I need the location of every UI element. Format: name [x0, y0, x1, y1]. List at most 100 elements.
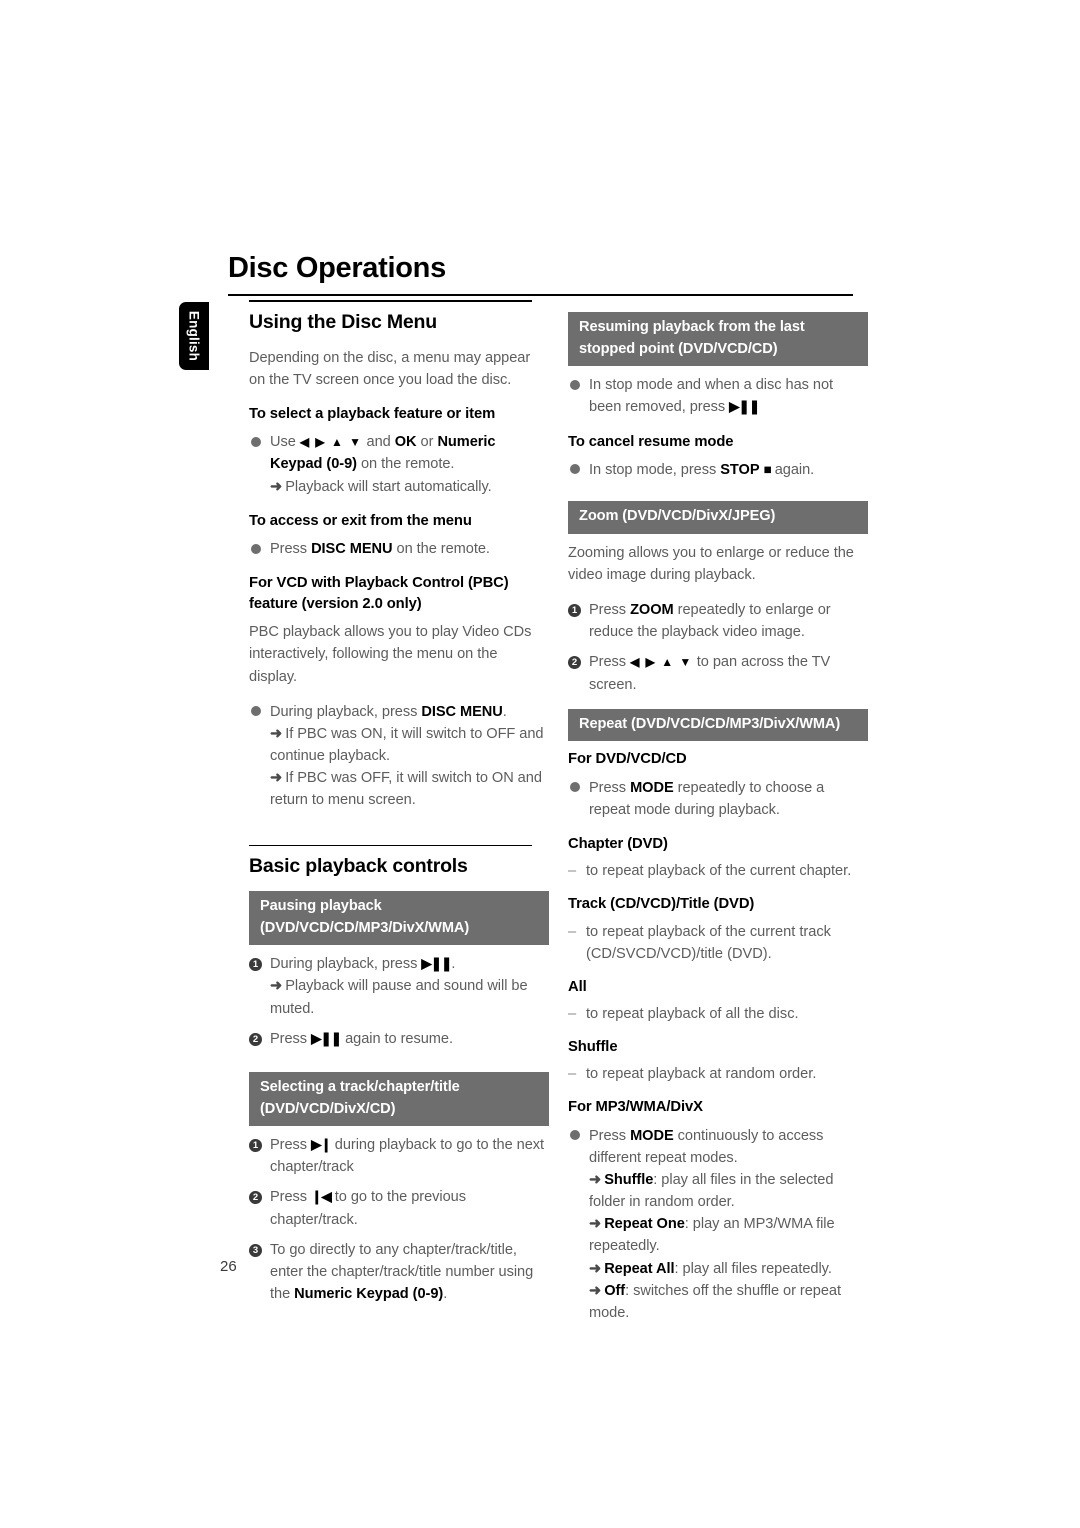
result-text: If PBC was OFF, it will switch to ON and… — [270, 770, 542, 809]
item-text: Press — [270, 541, 312, 558]
subsection-bar-repeat: Repeat (DVD/VCD/CD/MP3/DivX/WMA) — [568, 708, 868, 742]
list-item: 1 Press ZOOM repeatedly to enlarge or re… — [568, 599, 868, 643]
play-pause-icon: ▶❚❚ — [311, 1030, 342, 1046]
item-text: Press — [270, 1030, 312, 1047]
zoom-paragraph: Zooming allows you to enlarge or reduce … — [568, 544, 854, 583]
step-number-1: 1 — [249, 958, 262, 972]
item-text: Press — [589, 654, 631, 671]
step-number-3: 3 — [249, 1243, 262, 1257]
repeat-mode-title-all: All — [568, 978, 587, 995]
title-divider — [228, 294, 853, 296]
language-tab-label: English — [186, 310, 202, 362]
bullet-dot-icon — [568, 378, 581, 391]
bullet-dot-icon — [568, 1129, 581, 1142]
list-item: In stop mode, press STOP ■ again. — [568, 459, 868, 481]
arrow-icon: ➜ — [270, 478, 283, 495]
bullet-dot-icon — [249, 435, 262, 448]
result-text: If PBC was ON, it will switch to OFF and… — [270, 725, 544, 765]
subsection-bar-resuming-playback: Resuming playback from the last stopped … — [568, 312, 868, 367]
pbc-paragraph: PBC playback allows you to play Video CD… — [249, 624, 532, 685]
next-track-icon: ▶❙ — [311, 1137, 332, 1153]
list-item: Use ◀ ▶ ▲ ▼ and OK or Numeric Keypad (0-… — [249, 431, 549, 498]
play-pause-icon: ▶❚❚ — [421, 956, 452, 972]
right-column: Resuming playback from the last stopped … — [568, 312, 868, 1337]
item-text: and — [362, 434, 395, 451]
subsection-bar-selecting-track: Selecting a track/chapter/title (DVD/VCD… — [249, 1071, 549, 1127]
item-text: In stop mode and when a disc has not bee… — [589, 377, 834, 416]
result-text: : switches off the shuffle or repeat mod… — [589, 1282, 841, 1321]
mode-name-off: Off — [604, 1282, 626, 1299]
result-text: Playback will start automatically. — [285, 478, 492, 495]
result-line: ➜ Off: switches off the shuffle or repeat… — [589, 1280, 868, 1324]
repeat-mode-desc-all: to repeat playback of all the disc. — [568, 1004, 868, 1026]
list-item: 3 To go directly to any chapter/track/ti… — [249, 1239, 549, 1306]
repeat-mode-desc-shuffle: to repeat playback at random order. — [568, 1064, 868, 1086]
subheading-select-playback-feature: To select a playback feature or item — [249, 405, 496, 422]
repeat-mode-title-shuffle: Shuffle — [568, 1038, 618, 1055]
item-text: Press — [589, 602, 631, 619]
arrow-icon: ➜ — [270, 725, 283, 742]
item-text: During playback, press — [270, 956, 422, 973]
arrow-icon: ➜ — [270, 770, 283, 787]
result-line: ➜ Repeat One: play an MP3/WMA file repeat… — [589, 1213, 868, 1257]
item-text: Press — [589, 1127, 631, 1144]
page-title: Disc Operations — [228, 252, 446, 284]
item-text: Press — [270, 1137, 312, 1154]
item-text: Press — [270, 1189, 312, 1206]
result-text: Playback will pause and sound will be mu… — [270, 978, 528, 1017]
item-text: again to resume. — [341, 1030, 453, 1047]
arrow-icon: ➜ — [589, 1216, 602, 1233]
page-number: 26 — [220, 1258, 237, 1275]
result-line: ➜ If PBC was OFF, it will switch to ON an… — [270, 767, 549, 811]
section-divider-disc-menu — [249, 300, 532, 302]
step-number-2: 2 — [249, 1191, 262, 1205]
dpad-arrows-icon: ◀ ▶ ▲ ▼ — [299, 435, 363, 450]
previous-track-icon: ❙◀ — [311, 1189, 332, 1205]
repeat-mode-title-track: Track (CD/VCD)/Title (DVD) — [568, 896, 755, 913]
subheading-vcd-pbc: For VCD with Playback Control (PBC) feat… — [249, 575, 509, 612]
step-number-1: 1 — [249, 1139, 262, 1153]
mode-name-shuffle: Shuffle — [604, 1171, 654, 1188]
list-item: Press MODE repeatedly to choose a repeat… — [568, 777, 868, 821]
list-item: 1 During playback, press ▶❚❚. ➜ Playback … — [249, 953, 549, 1020]
left-column: Using the Disc Menu Depending on the dis… — [249, 300, 549, 1318]
language-tab: English — [179, 302, 209, 370]
subheading-access-exit-menu: To access or exit from the menu — [249, 512, 472, 529]
arrow-icon: ➜ — [589, 1260, 602, 1277]
item-text: In stop mode, press — [589, 461, 721, 478]
list-item: 1 Press ▶❙ during playback to go to the … — [249, 1134, 549, 1178]
list-item: In stop mode and when a disc has not bee… — [568, 374, 868, 418]
subsection-bar-pausing-playback: Pausing playback (DVD/VCD/CD/MP3/DivX/WM… — [249, 891, 549, 946]
step-number-2: 2 — [568, 656, 581, 670]
item-text: . — [451, 956, 456, 973]
repeat-mode-desc-chapter: to repeat playback of the current chapte… — [568, 861, 868, 883]
item-text: or — [416, 434, 438, 451]
section-divider-basic-playback — [249, 844, 532, 847]
list-item: 2 Press ◀ ▶ ▲ ▼ to pan across the TV scr… — [568, 651, 868, 695]
list-item: During playback, press DISC MENU. ➜ If PB… — [249, 701, 549, 812]
bullet-dot-icon — [568, 781, 581, 794]
key-mode: MODE — [630, 779, 674, 796]
key-numeric-keypad: Numeric Keypad (0-9) — [294, 1286, 444, 1303]
key-mode: MODE — [630, 1127, 674, 1144]
mode-name-repeat-one: Repeat One — [604, 1216, 685, 1233]
item-text: again. — [770, 461, 815, 478]
key-stop: STOP — [720, 461, 760, 478]
item-text: . — [443, 1286, 448, 1303]
item-text: on the remote. — [356, 456, 455, 473]
list-item: Press DISC MENU on the remote. — [249, 538, 549, 560]
result-line: ➜ Playback will start automatically. — [270, 476, 549, 498]
section-heading-basic-playback-controls: Basic playback controls — [249, 855, 468, 878]
result-text: : play all files repeatedly. — [674, 1260, 832, 1277]
arrow-icon: ➜ — [589, 1171, 602, 1188]
step-number-2: 2 — [249, 1032, 262, 1046]
key-zoom: ZOOM — [630, 602, 674, 619]
list-item: 2 Press ❙◀ to go to the previous chapter… — [249, 1186, 549, 1230]
mode-name-repeat-all: Repeat All — [604, 1260, 675, 1277]
bullet-dot-icon — [568, 463, 581, 476]
result-line: ➜ Playback will pause and sound will be m… — [270, 975, 549, 1019]
key-ok: OK — [394, 434, 417, 451]
